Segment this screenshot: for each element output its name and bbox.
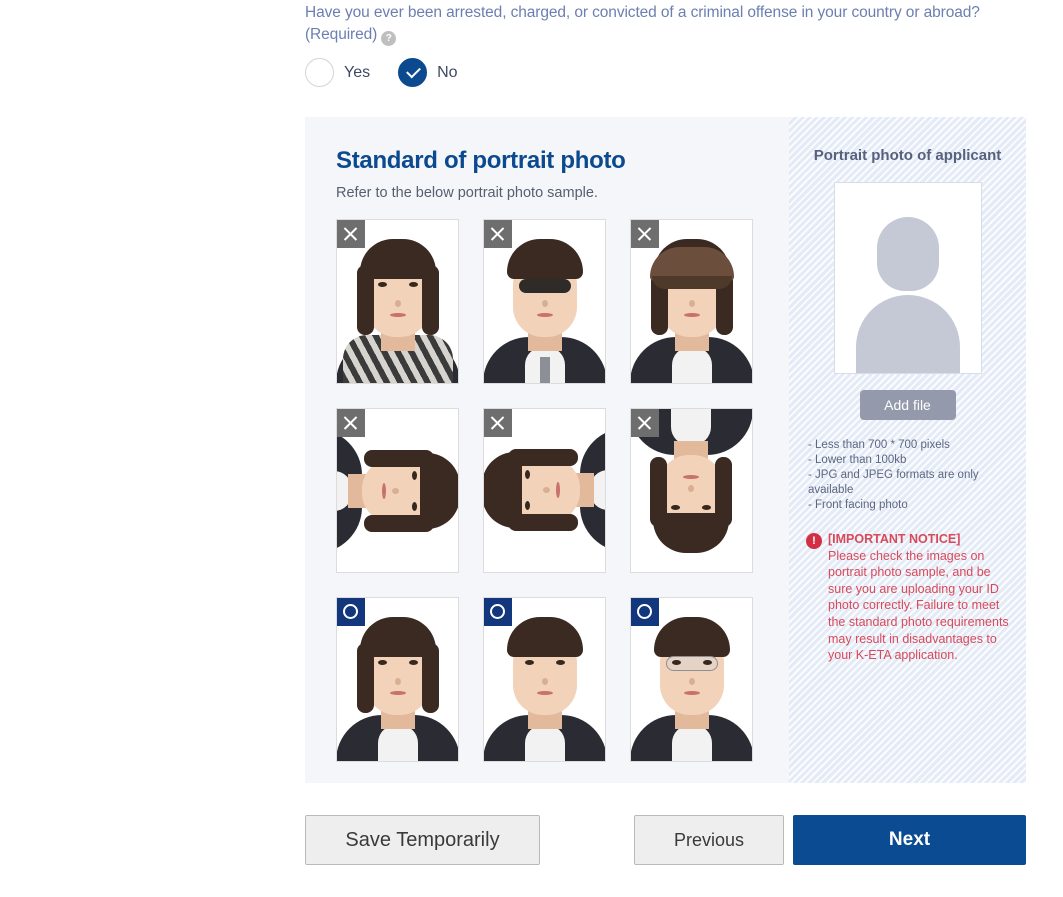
radio-dot-yes[interactable] [305,58,334,87]
x-mark-icon [484,409,512,437]
notice-title: [IMPORTANT NOTICE] [828,532,961,546]
standard-of-portrait-photo-section: Standard of portrait photo Refer to the … [305,117,789,783]
sample-photo-cap [630,219,753,384]
radio-label-no: No [437,63,458,81]
sample-photo-sunglasses [483,219,606,384]
question-mark-icon[interactable]: ? [381,31,397,46]
x-mark-icon [631,220,659,248]
notice-text: Please check the images on portrait phot… [828,548,1009,663]
sample-photo-correct-male [483,597,606,762]
radio-dot-no[interactable] [398,58,428,87]
portrait-photo-step-page: Have you ever been arrested, charged, or… [0,0,1063,897]
applicant-photo-upload-section: Portrait photo of applicant Add file - L… [789,117,1026,783]
circle-mark-icon [337,598,365,626]
photo-requirements-list: - Less than 700 * 700 pixels - Lower tha… [808,438,1009,513]
radio-label-yes: Yes [344,63,371,81]
x-mark-icon [337,220,365,248]
question-sentence: Have you ever been arrested, charged, or… [305,4,980,21]
exclamation-icon: ! [806,533,822,549]
previous-button[interactable]: Previous [634,815,784,865]
portrait-illustration [484,428,605,553]
x-mark-icon [337,409,365,437]
list-item: - Front facing photo [808,499,908,511]
sample-photo-scarf [336,219,459,384]
next-button[interactable]: Next [793,815,1026,865]
portrait-sample-grid [336,219,789,762]
panel-title: Standard of portrait photo [336,147,626,174]
form-footer: Save Temporarily Previous Next [305,815,1026,865]
panel-subtitle: Refer to the below portrait photo sample… [336,185,598,201]
sample-photo-correct-male-glasses [630,597,753,762]
sample-photo-rotated-left [336,408,459,573]
sample-photo-correct-female [336,597,459,762]
criminal-offense-question: Have you ever been arrested, charged, or… [305,2,1045,46]
add-file-button[interactable]: Add file [859,390,956,420]
criminal-offense-radio-group[interactable]: Yes No [305,58,486,87]
notice-body: [IMPORTANT NOTICE] Please check the imag… [828,531,1009,664]
question-text: Have you ever been arrested, charged, or… [305,2,1045,46]
important-notice: ! [IMPORTANT NOTICE] Please check the im… [806,531,1009,664]
radio-option-yes[interactable]: Yes [305,58,370,87]
person-placeholder-icon [833,182,982,374]
sample-photo-rotated-right [483,408,606,573]
x-mark-icon [631,409,659,437]
sample-photo-upside-down [630,408,753,573]
save-temporarily-button[interactable]: Save Temporarily [305,815,540,865]
portrait-photo-panel: Standard of portrait photo Refer to the … [305,117,1026,783]
circle-mark-icon [484,598,512,626]
question-required-label: (Required) [305,26,378,43]
portrait-illustration [337,428,458,553]
x-mark-icon [484,220,512,248]
list-item: - Lower than 100kb [808,454,907,466]
radio-option-no[interactable]: No [398,58,458,87]
list-item: - Less than 700 * 700 pixels [808,439,950,451]
upload-section-title: Portrait photo of applicant [813,147,1002,164]
circle-mark-icon [631,598,659,626]
list-item: - JPG and JPEG formats are only availabl… [808,469,979,496]
